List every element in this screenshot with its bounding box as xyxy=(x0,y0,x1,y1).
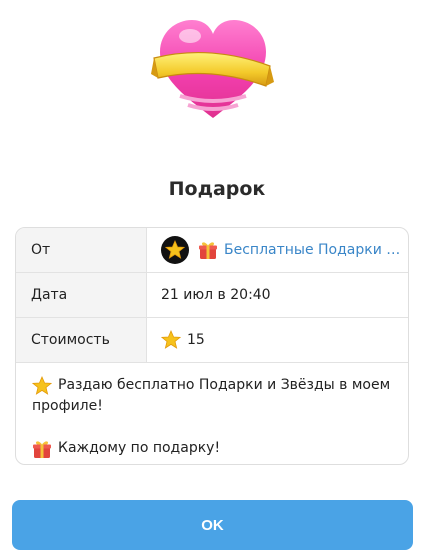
sender-name[interactable]: Бесплатные Подарки и... xyxy=(224,242,408,258)
row-from: От Бесплатные Подарки и... xyxy=(16,228,408,273)
gift-icon xyxy=(33,441,51,458)
cost-label: Стоимость xyxy=(16,318,147,362)
row-date: Дата 21 июл в 20:40 xyxy=(16,273,408,318)
sender-link[interactable]: Бесплатные Подарки и... xyxy=(198,240,408,260)
date-label: Дата xyxy=(16,273,147,317)
from-label: От xyxy=(16,228,147,272)
ok-button[interactable]: OK xyxy=(12,500,413,550)
star-icon xyxy=(165,240,185,259)
dialog-title: Подарок xyxy=(168,178,266,200)
cost-value: 15 xyxy=(187,332,205,348)
message-line-3: Каждому по подарку! xyxy=(58,440,221,456)
heart-gift-icon xyxy=(151,20,274,118)
gift-icon xyxy=(199,242,217,259)
sender-avatar[interactable] xyxy=(161,236,189,264)
row-cost: Стоимость 15 xyxy=(16,318,408,363)
gift-details-table: От Бесплатные Подарки и... Дата 21 июл в… xyxy=(15,227,409,465)
message-line-2: профиле! xyxy=(32,398,103,414)
star-icon xyxy=(161,330,181,349)
date-value: 21 июл в 20:40 xyxy=(161,287,271,303)
star-icon xyxy=(32,376,52,395)
message-line-1: Раздаю бесплатно Подарки и Звёзды в моем xyxy=(58,377,391,393)
gift-message: Раздаю бесплатно Подарки и Звёзды в моем… xyxy=(16,363,408,464)
